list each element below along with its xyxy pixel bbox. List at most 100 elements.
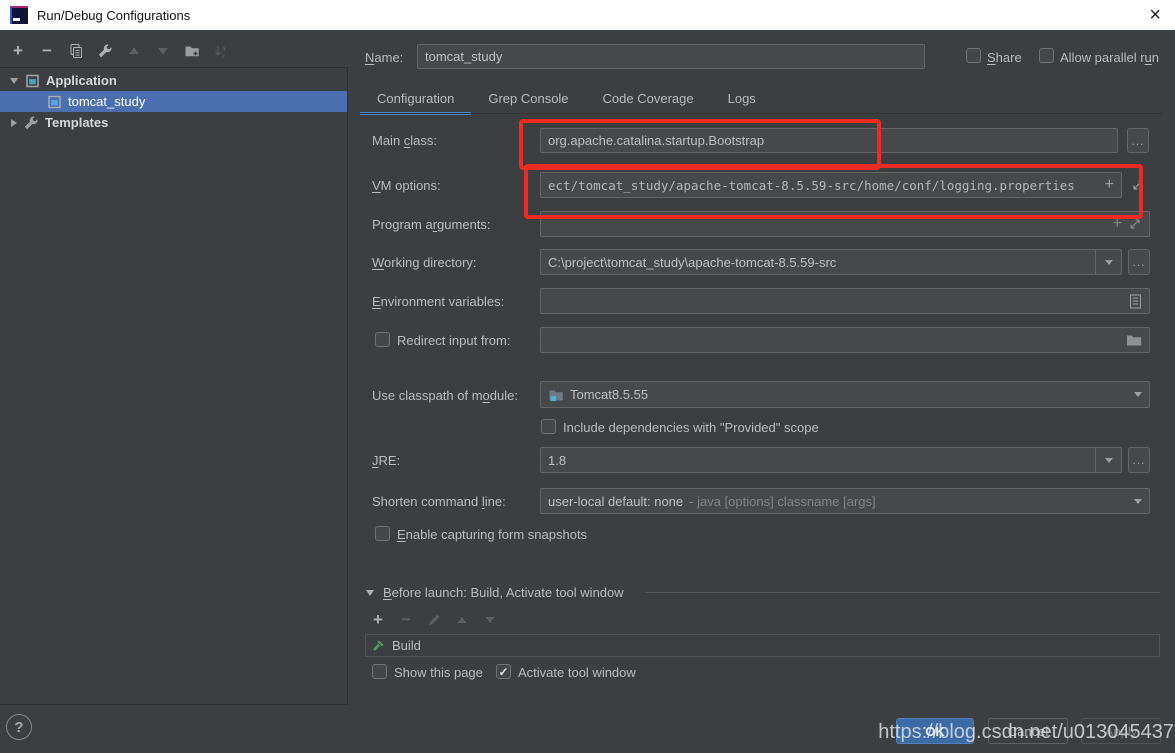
folder-icon[interactable] [1126,334,1142,347]
tab-configuration[interactable]: Configuration [360,85,471,115]
program-arguments-expand-icon[interactable] [1128,217,1142,231]
tree-item-label: tomcat_study [68,94,145,109]
module-icon [548,387,564,403]
chevron-down-icon[interactable] [10,78,18,84]
move-down-icon [482,612,498,628]
remove-icon[interactable]: − [39,43,55,59]
activate-tool-window-label: Activate tool window [518,665,636,680]
jre-browse-button[interactable]: ... [1128,447,1150,473]
tabs-separator [360,113,1162,114]
allow-parallel-run-label: Allow parallel run [1060,50,1159,65]
tree-item-tomcat-study[interactable]: tomcat_study [0,91,347,112]
ok-button[interactable]: OK [896,718,974,744]
vm-options-input[interactable]: ect/tomcat_study/apache-tomcat-8.5.59-sr… [540,172,1122,198]
application-icon [46,94,62,110]
jre-label: JRE: [372,453,400,468]
main-class-browse-button[interactable]: ... [1127,128,1149,153]
shorten-command-line-combobox[interactable]: user-local default: none - java [options… [540,488,1150,514]
sort-icon: az [213,43,229,59]
jre-dropdown-button[interactable] [1095,448,1121,472]
program-arguments-input[interactable]: + [540,211,1150,237]
macro-plus-icon[interactable]: + [1105,178,1114,192]
new-folder-icon[interactable] [184,43,200,59]
before-launch-list: Build [365,634,1160,657]
copy-icon[interactable] [68,43,84,59]
before-launch-separator [645,592,1160,593]
settings-tabs: Configuration Grep Console Code Coverage… [360,85,773,115]
working-directory-combobox[interactable]: C:\project\tomcat_study\apache-tomcat-8.… [540,249,1122,275]
tree-group-application[interactable]: Application [0,70,347,91]
chevron-down-icon [1105,260,1113,265]
program-arguments-label: Program arguments: [372,217,491,232]
tab-code-coverage[interactable]: Code Coverage [586,85,711,115]
tree-group-templates[interactable]: Templates [0,112,347,133]
templates-wrench-icon [23,115,39,131]
add-icon[interactable]: + [10,43,26,59]
add-icon[interactable]: + [370,612,386,628]
form-snapshots-label: Enable capturing form snapshots [397,527,587,542]
configurations-toolbar: + − az [10,43,229,59]
run-debug-configurations-dialog: Run/Debug Configurations × + − az Applic… [0,0,1175,753]
jre-value: 1.8 [548,453,566,468]
share-checkbox[interactable] [966,48,981,63]
main-class-label: Main class: [372,133,437,148]
provided-scope-checkbox[interactable] [541,419,556,434]
shorten-command-line-label: Shorten command line: [372,494,506,509]
classpath-module-label: Use classpath of module: [372,388,518,403]
apply-button: Apply [1081,718,1161,744]
before-launch-header: Before launch: Build, Activate tool wind… [383,585,624,600]
intellij-logo-icon [10,6,28,24]
shorten-command-line-hint: - java [options] classname [args] [689,494,875,509]
chevron-right-icon[interactable] [11,119,17,127]
close-icon[interactable]: × [1145,5,1165,25]
redirect-input-field[interactable] [540,327,1150,353]
allow-parallel-run-checkbox[interactable] [1039,48,1054,63]
show-this-page-label: Show this page [394,665,483,680]
before-launch-item-label[interactable]: Build [392,638,421,653]
macro-plus-icon[interactable]: + [1113,217,1122,231]
show-this-page-checkbox[interactable] [372,664,387,679]
main-class-input[interactable] [540,128,1118,153]
before-launch-toolbar: + − [370,612,498,628]
edit-defaults-wrench-icon[interactable] [97,43,113,59]
working-directory-browse-button[interactable]: ... [1128,249,1150,275]
window-title: Run/Debug Configurations [37,8,190,23]
name-input[interactable] [417,44,925,69]
env-vars-list-icon[interactable] [1129,294,1142,309]
redirect-input-checkbox[interactable] [375,332,390,347]
svg-text:z: z [222,52,226,60]
chevron-down-icon[interactable] [1134,499,1142,504]
jre-combobox[interactable]: 1.8 [540,447,1122,473]
move-up-icon [454,612,470,628]
tab-logs[interactable]: Logs [711,85,773,115]
configurations-tree: Application tomcat_study Templates [0,67,348,705]
cancel-button[interactable]: Cancel [988,718,1068,744]
move-up-icon [126,43,142,59]
tree-templates-label: Templates [45,115,108,130]
working-directory-dropdown-button[interactable] [1095,250,1121,274]
tree-group-label: Application [46,73,117,88]
help-button[interactable]: ? [6,714,32,740]
check-icon: ✓ [498,665,508,679]
before-launch-collapse-icon[interactable] [366,590,374,596]
vm-options-value: ect/tomcat_study/apache-tomcat-8.5.59-sr… [548,178,1099,193]
environment-variables-label: Environment variables: [372,294,504,309]
vm-options-label: VM options: [372,178,441,193]
redirect-input-label: Redirect input from: [397,333,510,348]
title-bar: Run/Debug Configurations × [0,0,1175,30]
shorten-command-line-value: user-local default: none [548,494,683,509]
working-directory-label: Working directory: [372,255,477,270]
chevron-down-icon [1105,458,1113,463]
tab-grep-console[interactable]: Grep Console [471,85,585,115]
chevron-down-icon[interactable] [1134,392,1142,397]
vm-options-expand-icon[interactable] [1131,178,1145,192]
share-label: Share [987,50,1022,65]
classpath-module-value: Tomcat8.5.55 [570,387,648,402]
classpath-module-combobox[interactable]: Tomcat8.5.55 [540,381,1150,408]
environment-variables-input[interactable] [540,288,1150,314]
provided-scope-label: Include dependencies with "Provided" sco… [563,420,819,435]
form-snapshots-checkbox[interactable] [375,526,390,541]
move-down-icon [155,43,171,59]
activate-tool-window-checkbox[interactable]: ✓ [496,664,511,679]
build-hammer-icon [371,638,386,653]
